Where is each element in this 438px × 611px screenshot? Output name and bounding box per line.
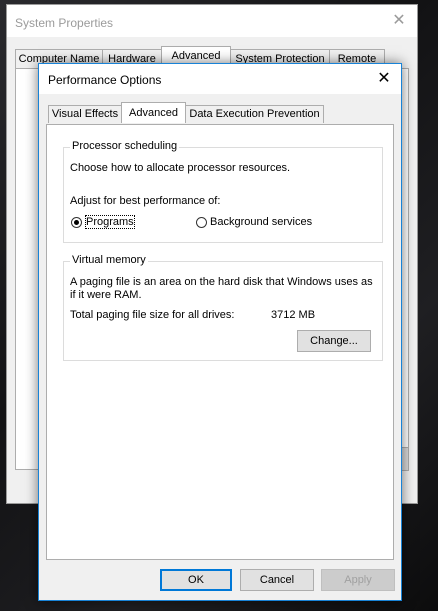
- close-icon[interactable]: ✕: [389, 11, 409, 31]
- performance-options-dialog: Performance Options ✕ Visual Effects Adv…: [38, 63, 402, 601]
- virtual-memory-legend: Virtual memory: [70, 254, 148, 266]
- tab-advanced[interactable]: Advanced: [121, 102, 186, 123]
- processor-scheduling-group: Processor scheduling Choose how to alloc…: [63, 140, 383, 243]
- tab-data-execution-prevention[interactable]: Data Execution Prevention: [185, 105, 324, 123]
- programs-radio-label[interactable]: Programs: [85, 215, 135, 229]
- tab-visual-effects[interactable]: Visual Effects: [48, 105, 122, 123]
- ok-button[interactable]: OK: [160, 569, 232, 591]
- apply-button: Apply: [321, 569, 395, 591]
- cancel-button[interactable]: Cancel: [240, 569, 314, 591]
- processor-scheduling-description: Choose how to allocate processor resourc…: [70, 162, 291, 174]
- dialog-title: Performance Options: [48, 73, 162, 87]
- close-icon[interactable]: ✕: [373, 68, 395, 90]
- system-properties-title: System Properties: [15, 16, 114, 30]
- adjust-performance-label: Adjust for best performance of:: [70, 195, 221, 207]
- programs-radio[interactable]: [71, 217, 82, 228]
- virtual-memory-group: Virtual memory A paging file is an area …: [63, 254, 383, 361]
- system-properties-titlebar: System Properties ✕: [7, 5, 417, 37]
- virtual-memory-description-line2: if it were RAM.: [70, 289, 142, 301]
- radio-selected-dot: [74, 220, 79, 225]
- processor-scheduling-legend: Processor scheduling: [70, 140, 180, 152]
- total-paging-file-label: Total paging file size for all drives:: [70, 309, 235, 321]
- total-paging-file-value: 3712 MB: [271, 309, 316, 321]
- performance-options-titlebar: Performance Options ✕: [39, 64, 401, 94]
- advanced-tab-panel: Processor scheduling Choose how to alloc…: [46, 124, 394, 560]
- background-services-radio[interactable]: [196, 217, 207, 228]
- virtual-memory-description-line1: A paging file is an area on the hard dis…: [70, 276, 373, 288]
- background-services-radio-label[interactable]: Background services: [210, 216, 312, 228]
- change-button[interactable]: Change...: [297, 330, 371, 352]
